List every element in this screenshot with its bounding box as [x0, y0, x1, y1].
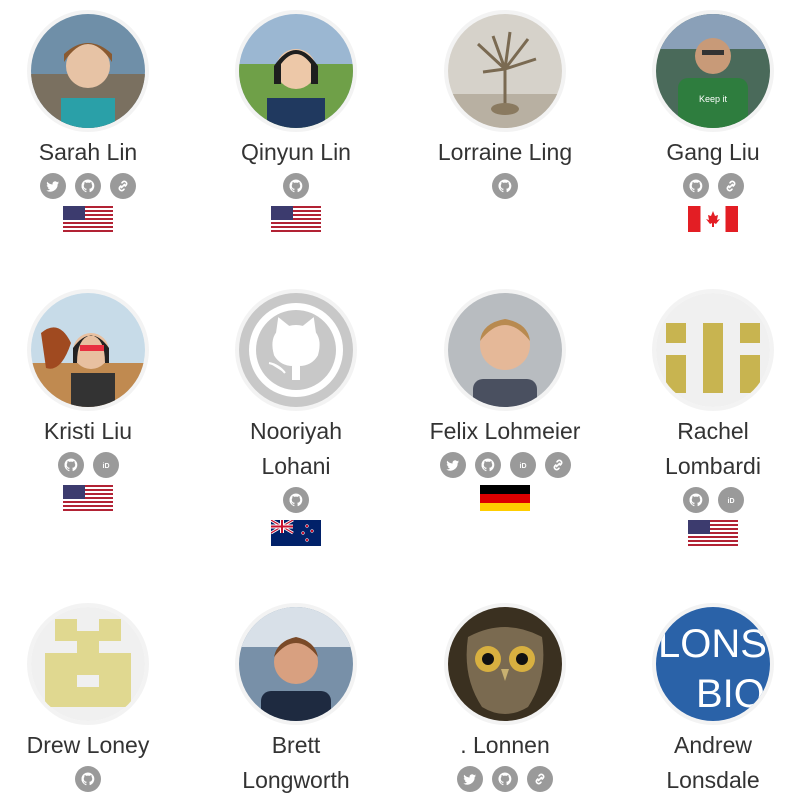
avatar[interactable]: [656, 293, 770, 407]
github-icon[interactable]: [682, 487, 709, 513]
github-icon[interactable]: [474, 452, 501, 478]
twitter-icon[interactable]: [457, 766, 483, 792]
us-flag: [271, 206, 321, 232]
avatar[interactable]: [239, 607, 353, 721]
person-card: Felix Lohmeier iD: [410, 293, 600, 511]
germany-flag: [480, 485, 530, 511]
person-card: Qinyun Lin: [201, 14, 391, 232]
avatar[interactable]: [448, 14, 562, 128]
github-icon[interactable]: [75, 766, 101, 792]
person-name: Qinyun Lin: [241, 139, 351, 165]
avatar[interactable]: LONS BIO: [656, 607, 770, 721]
person-card: Sarah Lin: [0, 14, 183, 232]
github-icon[interactable]: [682, 173, 709, 199]
us-flag: [688, 520, 738, 546]
person-name: Drew Loney: [26, 732, 150, 758]
orcid-icon[interactable]: iD: [92, 452, 119, 478]
twitter-icon[interactable]: [40, 173, 66, 199]
person-card: Rachel Lombardi iD: [618, 293, 793, 546]
person-card: Kristi Liu iD: [0, 293, 183, 511]
twitter-icon[interactable]: [439, 452, 466, 478]
contributors-grid: Sarah Lin Qinyun Lin Lorraine Ling Keep …: [0, 0, 793, 795]
orcid-icon[interactable]: iD: [509, 452, 536, 478]
avatar[interactable]: [31, 293, 145, 407]
website-link-icon[interactable]: [717, 173, 744, 199]
person-card: Lorraine Ling: [410, 14, 600, 199]
avatar[interactable]: [448, 607, 562, 721]
person-name: Nooriyah Lohani: [249, 418, 343, 479]
new-zealand-flag: [271, 520, 321, 546]
person-name: Brett Longworth: [242, 732, 350, 793]
person-name: Gang Liu: [666, 139, 760, 165]
canada-flag: [688, 206, 738, 232]
website-link-icon[interactable]: [544, 452, 571, 478]
github-icon[interactable]: [283, 487, 309, 513]
avatar-text-line1: LONS: [658, 622, 767, 666]
avatar[interactable]: Keep it: [656, 14, 770, 128]
svg-text:Keep it: Keep it: [699, 94, 728, 104]
avatar[interactable]: [448, 293, 562, 407]
github-icon[interactable]: [492, 766, 518, 792]
person-name: Felix Lohmeier: [429, 418, 581, 444]
person-card: Brett Longworth: [201, 607, 391, 798]
avatar[interactable]: [31, 607, 145, 721]
person-card: Drew Loney: [0, 607, 183, 792]
person-name: Rachel Lombardi: [665, 418, 761, 479]
person-name: . Lonnen: [460, 732, 550, 758]
person-name: Kristi Liu: [43, 418, 133, 444]
person-name: Andrew Lonsdale: [666, 732, 760, 793]
person-name: Lorraine Ling: [437, 139, 573, 165]
us-flag: [63, 485, 113, 511]
website-link-icon[interactable]: [527, 766, 553, 792]
orcid-icon[interactable]: iD: [717, 487, 744, 513]
svg-text:iD: iD: [102, 463, 109, 470]
person-card: . Lonnen: [410, 607, 600, 792]
svg-text:iD: iD: [519, 463, 526, 470]
github-icon[interactable]: [57, 452, 84, 478]
person-name: Sarah Lin: [38, 139, 138, 165]
avatar-text-line2: BIO: [696, 672, 765, 716]
person-card: Nooriyah Lohani: [201, 293, 391, 546]
github-icon[interactable]: [492, 173, 518, 199]
website-link-icon[interactable]: [110, 173, 136, 199]
github-icon[interactable]: [283, 173, 309, 199]
svg-text:iD: iD: [727, 498, 734, 505]
us-flag: [63, 206, 113, 232]
github-icon[interactable]: [75, 173, 101, 199]
person-card: Keep it Gang Liu: [618, 14, 793, 232]
avatar[interactable]: [239, 293, 353, 407]
person-card: LONS BIO Andrew Lonsdale: [618, 607, 793, 798]
avatar[interactable]: [239, 14, 353, 128]
avatar[interactable]: [31, 14, 145, 128]
